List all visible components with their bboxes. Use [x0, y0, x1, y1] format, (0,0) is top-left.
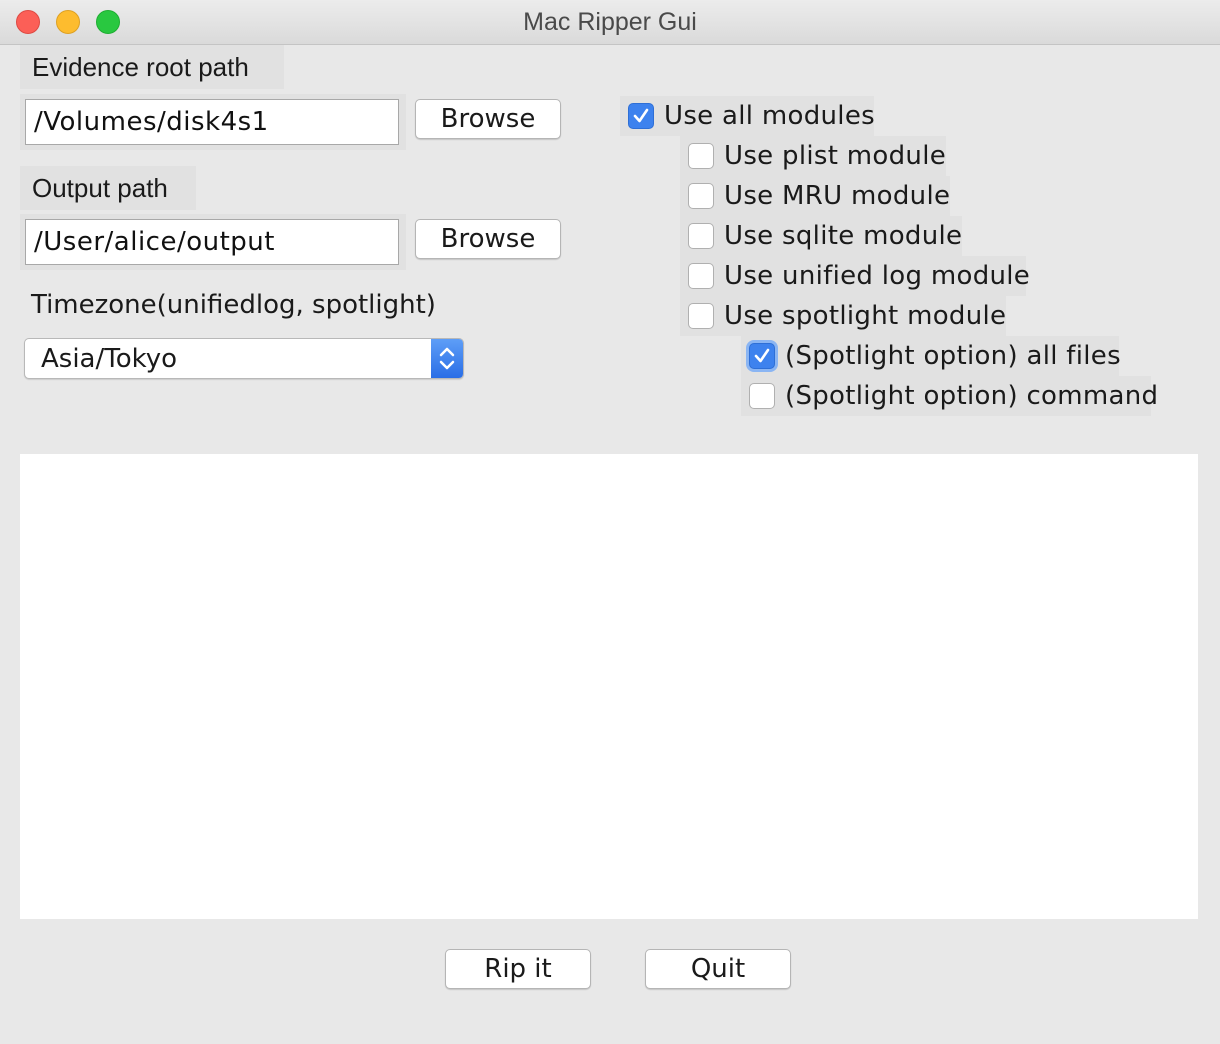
updown-chevron-icon	[431, 339, 463, 378]
use-all-modules-label: Use all modules	[664, 101, 875, 131]
mru-module-label: Use MRU module	[724, 181, 951, 211]
checkbox-unchecked-icon[interactable]	[688, 223, 714, 249]
sqlite-module-label: Use sqlite module	[724, 221, 963, 251]
checkbox-unchecked-icon[interactable]	[688, 183, 714, 209]
checkbox-checked-icon[interactable]	[628, 103, 654, 129]
window-title: Mac Ripper Gui	[523, 8, 697, 36]
unified-log-module-label: Use unified log module	[724, 261, 1031, 291]
quit-button[interactable]: Quit	[645, 949, 791, 989]
evidence-browse-button[interactable]: Browse	[415, 99, 561, 139]
checkbox-spotlight-all-files[interactable]: (Spotlight option) all files	[741, 336, 1121, 376]
timezone-selected-value: Asia/Tokyo	[41, 344, 178, 374]
checkbox-unchecked-icon[interactable]	[749, 383, 775, 409]
timezone-select[interactable]: Asia/Tokyo	[24, 338, 464, 379]
output-path-label: Output path	[20, 166, 196, 210]
checkbox-spotlight-command[interactable]: (Spotlight option) command	[741, 376, 1158, 416]
spotlight-module-label: Use spotlight module	[724, 301, 1007, 331]
checkbox-spotlight-module[interactable]: Use spotlight module	[680, 296, 1006, 336]
output-path-input[interactable]: /User/alice/output	[25, 219, 399, 265]
checkbox-sqlite-module[interactable]: Use sqlite module	[680, 216, 962, 256]
checkbox-unchecked-icon[interactable]	[688, 303, 714, 329]
checkbox-unchecked-icon[interactable]	[688, 263, 714, 289]
checkbox-unchecked-icon[interactable]	[688, 143, 714, 169]
checkbox-mru-module[interactable]: Use MRU module	[680, 176, 950, 216]
spotlight-all-files-label: (Spotlight option) all files	[785, 341, 1121, 371]
plist-module-label: Use plist module	[724, 141, 947, 171]
checkbox-unified-log-module[interactable]: Use unified log module	[680, 256, 1030, 296]
rip-it-button[interactable]: Rip it	[445, 949, 591, 989]
checkbox-use-all-modules[interactable]: Use all modules	[620, 96, 875, 136]
timezone-label: Timezone(unifiedlog, spotlight)	[31, 290, 436, 320]
checkbox-plist-module[interactable]: Use plist module	[680, 136, 946, 176]
evidence-path-input[interactable]: /Volumes/disk4s1	[25, 99, 399, 145]
title-bar: Mac Ripper Gui	[0, 0, 1220, 45]
output-browse-button[interactable]: Browse	[415, 219, 561, 259]
evidence-path-label: Evidence root path	[20, 45, 284, 89]
checkbox-checked-icon[interactable]	[749, 343, 775, 369]
log-output-area[interactable]	[20, 454, 1198, 919]
spotlight-command-label: (Spotlight option) command	[785, 381, 1159, 411]
